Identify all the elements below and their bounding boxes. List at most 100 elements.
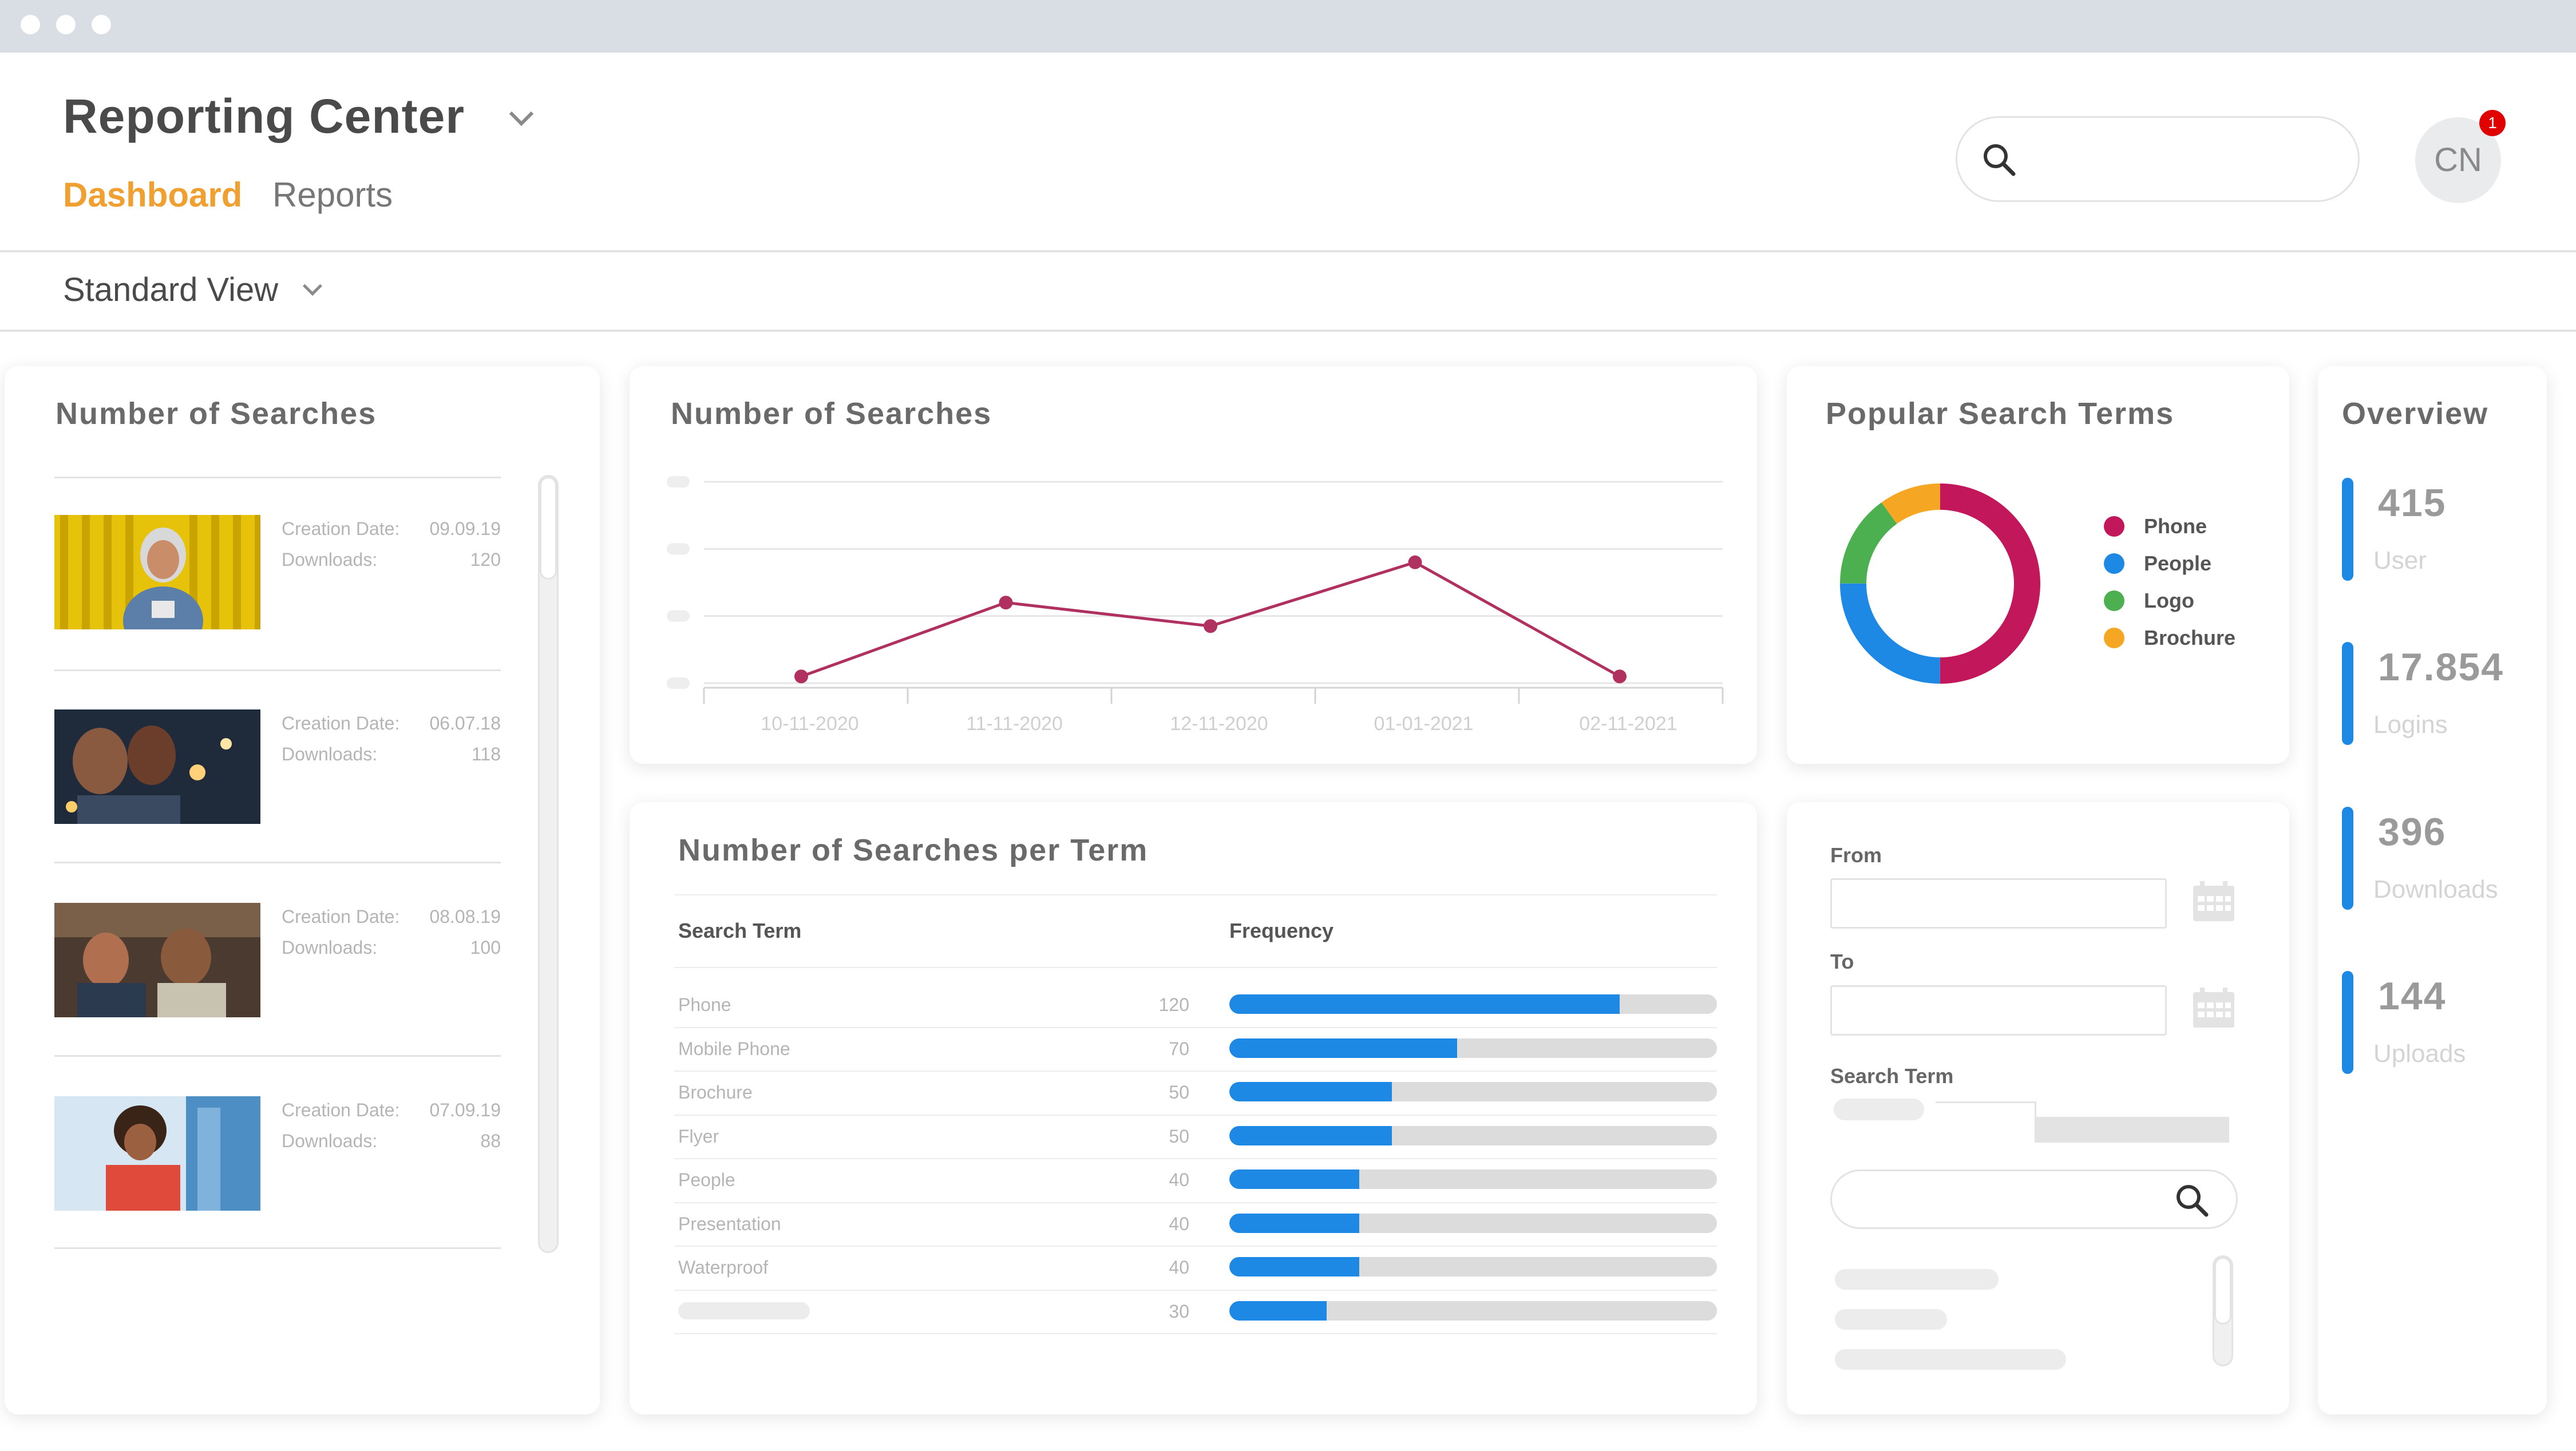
table-row[interactable]: Mobile Phone 70 xyxy=(674,1028,1717,1072)
list-item[interactable]: Creation Date: 08.08.19 Downloads: 100 xyxy=(54,903,501,1097)
popular-terms-title: Popular Search Terms xyxy=(1826,397,2175,431)
table-row[interactable]: Waterproof 40 xyxy=(674,1247,1717,1291)
from-date-input[interactable] xyxy=(1830,878,2167,929)
creation-date-label: Creation Date: xyxy=(282,518,400,539)
term-search-input[interactable] xyxy=(1830,1169,2238,1229)
chevron-down-icon[interactable] xyxy=(303,276,323,296)
from-label: From xyxy=(1830,843,1882,867)
column-header-frequency[interactable]: Frequency xyxy=(1229,919,1333,943)
tab-dashboard[interactable]: Dashboard xyxy=(63,175,242,215)
term-label: People xyxy=(678,1169,735,1190)
legend-item[interactable]: Phone xyxy=(2104,514,2207,538)
calendar-icon[interactable] xyxy=(2192,881,2235,922)
creation-date-label: Creation Date: xyxy=(282,906,400,927)
stat-users-label: User xyxy=(2373,546,2427,574)
row-divider xyxy=(54,862,501,863)
term-tab-placeholder[interactable] xyxy=(1834,1099,1924,1120)
result-placeholder[interactable] xyxy=(1835,1269,1999,1290)
table-row[interactable]: People 40 xyxy=(674,1159,1717,1203)
row-divider xyxy=(674,1333,1717,1334)
data-point[interactable] xyxy=(794,669,808,684)
chevron-down-icon[interactable] xyxy=(509,101,534,126)
stat-users-value: 415 xyxy=(2378,481,2447,525)
frequency-bar-track xyxy=(1229,994,1717,1014)
frequency-bar xyxy=(1229,1257,1360,1276)
results-scrollbar-thumb[interactable] xyxy=(2214,1257,2231,1325)
window-close-dot[interactable] xyxy=(21,15,40,34)
downloads-label: Downloads: xyxy=(282,744,378,764)
result-placeholder[interactable] xyxy=(1835,1309,1947,1330)
term-label: Brochure xyxy=(678,1082,753,1103)
stat-uploads-value: 144 xyxy=(2378,974,2447,1018)
downloads-value: 100 xyxy=(470,937,501,958)
data-point[interactable] xyxy=(1408,555,1422,569)
downloads-label: Downloads: xyxy=(282,937,378,958)
table-row[interactable]: Brochure 50 xyxy=(674,1072,1717,1116)
stat-downloads-label: Downloads xyxy=(2373,875,2498,903)
legend-label: People xyxy=(2144,552,2212,575)
table-row[interactable]: Presentation 40 xyxy=(674,1203,1717,1247)
frequency-bar xyxy=(1229,1213,1360,1233)
column-header-term[interactable]: Search Term xyxy=(678,919,801,943)
table-divider xyxy=(674,967,1717,968)
frequency-value: 40 xyxy=(1169,1169,1189,1190)
thumbnail-image xyxy=(54,1096,260,1211)
search-icon xyxy=(1984,144,2016,176)
calendar-icon[interactable] xyxy=(2192,988,2235,1029)
legend-item[interactable]: Brochure xyxy=(2104,626,2235,649)
donut-chart xyxy=(1840,483,2040,684)
app-title-text: Reporting Center xyxy=(63,89,465,143)
legend-item[interactable]: People xyxy=(2104,552,2211,575)
list-scrollbar[interactable] xyxy=(538,475,559,1253)
table-row[interactable]: Flyer 50 xyxy=(674,1116,1717,1159)
y-tick-placeholder xyxy=(667,476,690,487)
row-divider xyxy=(54,669,501,671)
frequency-bar xyxy=(1229,1082,1392,1101)
search-input[interactable] xyxy=(1956,116,2360,202)
list-scrollbar-thumb[interactable] xyxy=(540,477,557,580)
frequency-value: 30 xyxy=(1169,1301,1189,1322)
notification-badge[interactable]: 1 xyxy=(2479,110,2506,136)
creation-date-value: 07.09.19 xyxy=(429,1100,501,1120)
app-title[interactable]: Reporting Center xyxy=(63,89,534,144)
x-tick-label: 01-01-2021 xyxy=(1374,713,1474,732)
thumbnail-image xyxy=(54,515,260,629)
view-selector[interactable]: Standard View xyxy=(63,271,323,309)
window-titlebar xyxy=(0,0,2576,53)
tab-reports[interactable]: Reports xyxy=(272,175,393,215)
terms-table-body: Phone 120 Mobile Phone 70 Brochure 50 Flyer 50 P… xyxy=(674,984,1717,1350)
result-placeholder[interactable] xyxy=(1835,1349,2066,1370)
list-item[interactable]: Creation Date: 09.09.19 Downloads: 120 xyxy=(54,515,501,709)
creation-date-value: 06.07.18 xyxy=(429,713,501,734)
y-tick-placeholder xyxy=(667,543,690,555)
data-point[interactable] xyxy=(999,596,1013,610)
table-row[interactable]: 30 xyxy=(674,1291,1717,1334)
term-tab-placeholder[interactable] xyxy=(2035,1117,2229,1143)
legend-item[interactable]: Logo xyxy=(2104,589,2194,612)
y-tick-placeholder xyxy=(667,677,690,689)
table-divider xyxy=(674,894,1717,895)
term-label: Mobile Phone xyxy=(678,1038,790,1059)
frequency-bar-track xyxy=(1229,1301,1717,1321)
frequency-bar xyxy=(1229,1169,1360,1189)
frequency-bar-track xyxy=(1229,1257,1717,1276)
search-icon xyxy=(2177,1185,2209,1217)
downloads-value: 120 xyxy=(470,549,501,570)
row-divider xyxy=(54,1055,501,1057)
data-point[interactable] xyxy=(1613,669,1627,684)
stat-accent-bar xyxy=(2342,971,2353,1074)
creation-date-value: 08.08.19 xyxy=(429,906,501,927)
window-maximize-dot[interactable] xyxy=(92,15,111,34)
to-label: To xyxy=(1830,950,1854,973)
list-item[interactable]: Creation Date: 07.09.19 Downloads: 88 xyxy=(54,1096,501,1291)
view-divider xyxy=(0,330,2576,332)
window-minimize-dot[interactable] xyxy=(56,15,76,34)
downloads-label: Downloads: xyxy=(282,549,378,570)
stat-uploads-label: Uploads xyxy=(2373,1040,2466,1068)
data-point[interactable] xyxy=(1204,619,1217,633)
to-date-input[interactable] xyxy=(1830,985,2167,1036)
list-item[interactable]: Creation Date: 06.07.18 Downloads: 118 xyxy=(54,709,501,904)
table-row[interactable]: Phone 120 xyxy=(674,984,1717,1028)
term-label: Flyer xyxy=(678,1125,719,1147)
frequency-value: 70 xyxy=(1169,1038,1189,1059)
